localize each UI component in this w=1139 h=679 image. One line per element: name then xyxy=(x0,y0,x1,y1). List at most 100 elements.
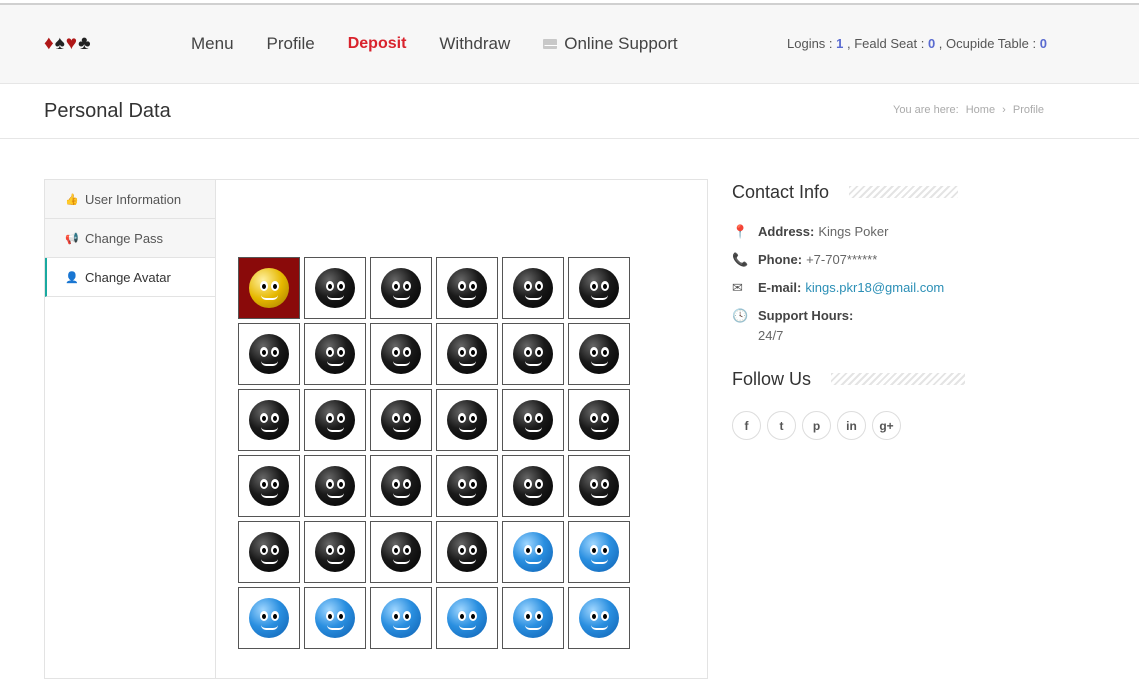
avatar-option[interactable] xyxy=(238,587,300,649)
contact-phone: 📞 Phone: +7-707****** xyxy=(732,252,972,280)
avatar-grid xyxy=(238,257,630,649)
avatar-option[interactable] xyxy=(238,455,300,517)
smiley-icon xyxy=(447,532,487,572)
envelope-icon xyxy=(543,39,559,49)
smiley-icon xyxy=(513,598,553,638)
nav-online-support[interactable]: Online Support xyxy=(543,34,678,54)
tab-change-avatar[interactable]: 👤 Change Avatar xyxy=(45,258,216,297)
contact-info-list: 📍 Address: Kings Poker 📞 Phone: +7-707**… xyxy=(732,224,972,343)
avatar-option[interactable] xyxy=(436,323,498,385)
phone-icon: 📞 xyxy=(732,252,749,267)
avatar-option[interactable] xyxy=(502,521,564,583)
avatar-option[interactable] xyxy=(502,587,564,649)
smiley-icon xyxy=(447,334,487,374)
avatar-option[interactable] xyxy=(304,455,366,517)
smiley-icon xyxy=(447,268,487,308)
avatar-option[interactable] xyxy=(436,521,498,583)
smiley-icon xyxy=(381,532,421,572)
main-nav: Menu Profile Deposit Withdraw Online Sup… xyxy=(191,34,711,54)
avatar-option[interactable] xyxy=(436,257,498,319)
smiley-icon xyxy=(315,268,355,308)
avatar-option[interactable] xyxy=(370,323,432,385)
avatar-option[interactable] xyxy=(238,389,300,451)
nav-online-support-label: Online Support xyxy=(564,34,678,53)
contact-info-heading: Contact Info xyxy=(732,180,972,204)
heading-stripes xyxy=(849,186,959,198)
tab-label: Change Pass xyxy=(85,230,164,246)
smiley-icon xyxy=(513,334,553,374)
avatar-option[interactable] xyxy=(568,455,630,517)
email-link[interactable]: kings.pkr18@gmail.com xyxy=(805,280,944,295)
avatar-option[interactable] xyxy=(304,323,366,385)
map-marker-icon: 📍 xyxy=(732,224,749,239)
avatar-option[interactable] xyxy=(502,389,564,451)
tab-label: User Information xyxy=(85,191,182,207)
nav-withdraw[interactable]: Withdraw xyxy=(439,34,510,54)
breadcrumb: You are here: Home › Profile xyxy=(893,104,1048,116)
avatar-option[interactable] xyxy=(304,521,366,583)
avatar-option[interactable] xyxy=(238,323,300,385)
smiley-icon xyxy=(381,334,421,374)
logo[interactable]: ♦ ♠ ♥ ♣ xyxy=(44,34,91,54)
tab-user-information[interactable]: 👍 User Information xyxy=(45,180,216,219)
avatar-option[interactable] xyxy=(304,389,366,451)
twitter-icon[interactable]: t xyxy=(767,411,796,440)
hours-label: Support Hours: xyxy=(758,308,854,323)
tab-change-pass[interactable]: 📢 Change Pass xyxy=(45,219,216,258)
avatar-option[interactable] xyxy=(370,389,432,451)
avatar-option[interactable] xyxy=(238,257,300,319)
smiley-icon xyxy=(381,598,421,638)
avatar-option[interactable] xyxy=(436,389,498,451)
avatar-option[interactable] xyxy=(370,521,432,583)
avatar-option[interactable] xyxy=(502,257,564,319)
nav-menu[interactable]: Menu xyxy=(191,34,234,54)
profile-tabs: 👍 User Information 📢 Change Pass 👤 Chang… xyxy=(44,179,216,679)
smiley-icon xyxy=(513,532,553,572)
avatar-option[interactable] xyxy=(568,389,630,451)
google-plus-icon[interactable]: g+ xyxy=(872,411,901,440)
avatar-panel xyxy=(215,179,708,679)
facebook-icon[interactable]: f xyxy=(732,411,761,440)
avatar-option[interactable] xyxy=(436,587,498,649)
pinterest-icon[interactable]: p xyxy=(802,411,831,440)
seat-label: , Feald Seat : xyxy=(843,36,928,51)
avatar-option[interactable] xyxy=(502,455,564,517)
smiley-icon xyxy=(315,334,355,374)
avatar-option[interactable] xyxy=(568,521,630,583)
avatar-option[interactable] xyxy=(304,257,366,319)
smiley-icon xyxy=(249,598,289,638)
avatar-option[interactable] xyxy=(568,587,630,649)
smiley-icon xyxy=(579,268,619,308)
smiley-icon xyxy=(513,268,553,308)
hours-value: 24/7 xyxy=(758,328,784,343)
nav-profile[interactable]: Profile xyxy=(267,34,315,54)
session-stats: Logins : 1 , Feald Seat : 0 , Ocupide Ta… xyxy=(787,36,1047,51)
smiley-icon xyxy=(381,268,421,308)
heading-stripes xyxy=(831,373,966,385)
address-value: Kings Poker xyxy=(818,224,889,239)
avatar-option[interactable] xyxy=(436,455,498,517)
avatar-option[interactable] xyxy=(568,323,630,385)
nav-deposit[interactable]: Deposit xyxy=(348,35,407,53)
avatar-option[interactable] xyxy=(568,257,630,319)
linkedin-icon[interactable]: in xyxy=(837,411,866,440)
smiley-icon xyxy=(513,400,553,440)
page-title: Personal Data xyxy=(44,100,171,122)
phone-value: +7-707****** xyxy=(806,252,878,267)
breadcrumb-home[interactable]: Home xyxy=(966,104,995,116)
avatar-option[interactable] xyxy=(370,587,432,649)
smiley-icon xyxy=(315,400,355,440)
address-label: Address: xyxy=(758,224,815,239)
smiley-icon xyxy=(249,400,289,440)
avatar-option[interactable] xyxy=(238,521,300,583)
smiley-icon xyxy=(579,532,619,572)
avatar-option[interactable] xyxy=(502,323,564,385)
user-icon: 👤 xyxy=(65,271,79,284)
avatar-option[interactable] xyxy=(370,257,432,319)
envelope-icon: ✉ xyxy=(732,280,743,295)
avatar-option[interactable] xyxy=(370,455,432,517)
avatar-option[interactable] xyxy=(304,587,366,649)
spade-icon: ♠ xyxy=(54,33,65,54)
table-count: 0 xyxy=(1039,36,1047,51)
clock-icon: 🕓 xyxy=(732,308,749,323)
